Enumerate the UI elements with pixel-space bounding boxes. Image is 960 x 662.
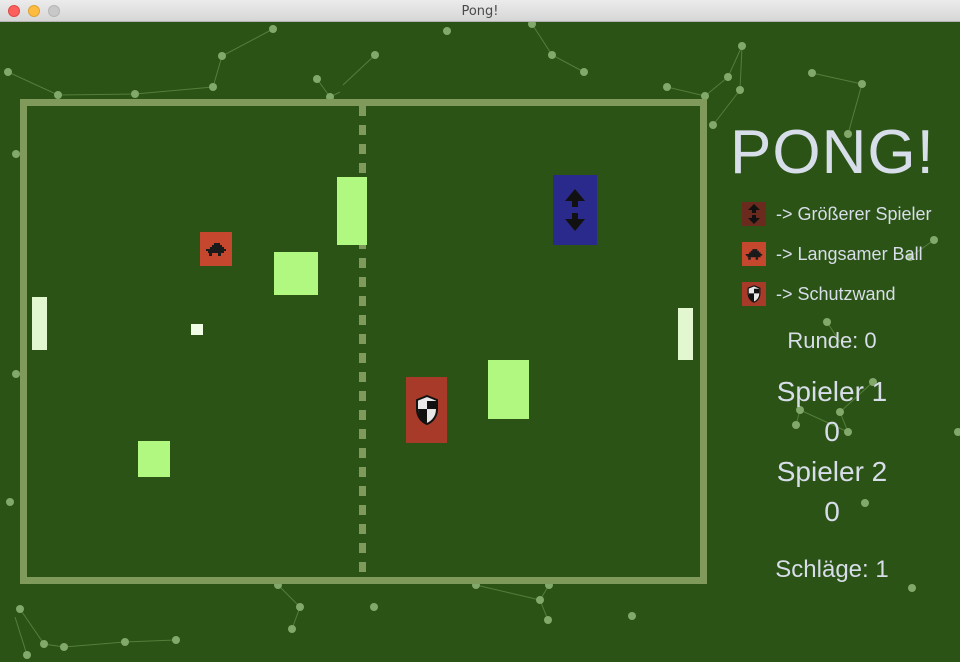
left-paddle[interactable] (32, 297, 47, 350)
slow-ball-powerup (200, 232, 232, 266)
player2-name: Spieler 2 (776, 456, 888, 487)
turtle-icon (206, 243, 226, 256)
game-logo: PONG! (730, 118, 935, 187)
legend-slow-ball-icon (742, 242, 766, 266)
game-canvas[interactable]: PONG! -> Größerer Spieler -> Langsamer B… (0, 22, 960, 662)
turtle-icon (745, 249, 763, 260)
player2-score: 0 (824, 496, 840, 527)
round-counter: Runde: 0 (787, 328, 877, 353)
right-paddle[interactable] (678, 308, 693, 360)
bigger-player-powerup (553, 175, 597, 245)
shield-wall-powerup (406, 377, 447, 443)
shield-icon (415, 395, 438, 425)
obstacle-block (488, 360, 529, 419)
obstacle-block (274, 252, 318, 295)
hits-counter: Schläge: 1 (775, 556, 889, 583)
bigger-player-icon (748, 204, 760, 224)
legend-slow-ball-text: -> Langsamer Ball (776, 244, 923, 264)
shield-icon (747, 285, 761, 303)
player1-score: 0 (824, 416, 840, 447)
ball (191, 324, 203, 335)
bigger-player-icon (565, 189, 585, 231)
player1-name: Spieler 1 (776, 376, 888, 407)
legend-shield-icon (742, 282, 766, 306)
window-titlebar: Pong! (0, 0, 960, 22)
obstacle-block (138, 441, 170, 477)
legend-bigger-player-text: -> Größerer Spieler (776, 204, 932, 224)
obstacle-block (337, 177, 367, 245)
window-title: Pong! (461, 4, 499, 19)
legend-bigger-player-icon (742, 202, 766, 226)
legend-shield-text: -> Schutzwand (776, 284, 896, 304)
